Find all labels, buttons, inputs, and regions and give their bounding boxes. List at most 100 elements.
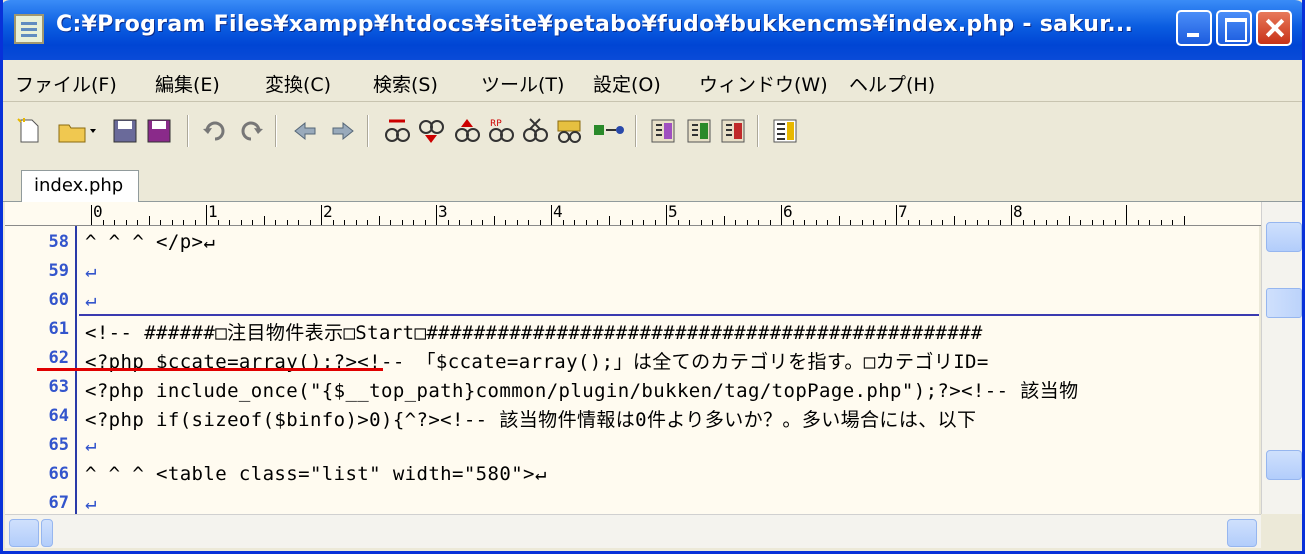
ruler-tick [1091,220,1093,225]
tab-index-php[interactable]: index.php [21,170,139,204]
close-button[interactable] [1256,10,1292,46]
search-icon[interactable] [383,117,411,145]
code-line[interactable]: 67 ↵ [5,491,1259,514]
scroll-right-button[interactable] [1227,519,1257,547]
diff-next-icon[interactable] [685,117,713,145]
menu-file[interactable]: ファイル(F) [15,70,117,97]
open-folder-icon[interactable] [57,117,97,145]
editor-window: C:¥Program Files¥xampp¥htdocs¥site¥petab… [0,0,1305,554]
line-number: 64 [48,406,69,426]
line-number: 61 [48,319,69,339]
ruler-tick [700,220,702,225]
line-number: 63 [48,377,69,397]
ruler-tick [574,220,575,225]
jump-back-icon[interactable] [291,117,319,145]
ruler-tick [424,220,426,225]
ruler-tick [459,220,460,225]
ruler-tick [378,216,380,225]
ruler-mark: 3 [438,202,448,221]
resize-grip[interactable] [1261,514,1302,548]
vertical-scrollbar[interactable] [1261,202,1302,514]
ruler-tick [873,220,874,225]
ruler-tick [838,216,840,225]
outline-icon[interactable] [771,117,799,145]
ruler-tick [551,205,552,225]
line-text[interactable]: ^ ^ ^ <table class="list" width="580">↵ [85,463,547,485]
line-text[interactable]: ↵ [85,260,97,282]
ruler-tick [1045,220,1047,225]
ruler-mark: 0 [93,202,103,221]
line-number: 59 [48,261,69,281]
ruler-mark: 6 [783,202,793,221]
line-text[interactable]: <?php if(sizeof($binfo)>0){^?><!-- 該当物件情… [85,405,976,432]
ruler-tick [1160,220,1162,225]
ruler-tick [850,220,851,225]
line-text[interactable]: ^ ^ ^ </p>↵ [85,231,215,253]
scroll-left-button[interactable] [9,519,39,547]
menu-window[interactable]: ウィンドウ(W) [699,70,828,97]
ruler-tick [896,205,897,225]
ruler-tick [631,220,633,225]
app-icon[interactable] [14,14,44,44]
menu-settings[interactable]: 設定(O) [593,70,661,97]
ruler-tick [125,220,127,225]
menu-search[interactable]: 検索(S) [373,70,438,97]
ruler-tick [942,220,943,225]
undo-icon[interactable] [201,117,229,145]
ruler-tick [562,220,564,225]
compare-icon[interactable] [649,117,677,145]
diff-prev-icon[interactable] [719,117,747,145]
line-text[interactable]: ↵ [85,492,97,514]
scroll-down-button[interactable] [1266,450,1302,480]
redo-icon[interactable] [237,117,265,145]
ruler-tick [332,220,334,225]
replace-icon[interactable]: RP [487,117,515,145]
line-text[interactable]: <?php include_once("{$__top_path}common/… [85,376,1078,403]
tag-jump-icon[interactable] [591,117,625,145]
menu-help[interactable]: ヘルプ(H) [849,70,935,97]
minimize-button[interactable] [1176,10,1212,46]
ruler-tick [148,216,150,225]
code-line[interactable]: 60 ↵ [5,288,1259,314]
ruler-tick [183,220,184,225]
scroll-thumb[interactable] [1266,288,1302,318]
code-line[interactable]: 63 <?php include_once("{$__top_path}commo… [5,375,1259,403]
ruler-tick [723,216,725,225]
menu-edit[interactable]: 編集(E) [155,70,220,97]
ruler-tick [194,220,196,225]
scroll-thumb-horizontal[interactable] [41,519,53,547]
line-number: 65 [48,435,69,455]
line-text[interactable]: ↵ [85,434,97,456]
ruler-tick [654,220,656,225]
svg-text:RP: RP [490,119,502,129]
code-line[interactable]: 65 ↵ [5,433,1259,459]
title-bar[interactable]: C:¥Program Files¥xampp¥htdocs¥site¥petab… [3,0,1302,60]
clear-search-icon[interactable] [521,117,549,145]
code-line[interactable]: 61 <!-- ######□注目物件表示□Start□#############… [5,317,1259,345]
code-line[interactable]: 59 ↵ [5,259,1259,285]
save-all-icon[interactable] [145,117,173,145]
line-text[interactable]: <!-- ######□注目物件表示□Start□###############… [85,318,983,345]
search-prev-icon[interactable] [453,117,481,145]
code-line[interactable]: 66 ^ ^ ^ <table class="list" width="580">… [5,462,1259,488]
new-file-icon[interactable] [15,117,43,145]
line-text[interactable]: ↵ [85,289,97,311]
search-next-icon[interactable] [417,117,445,145]
save-icon[interactable] [111,117,139,145]
ruler-tick [666,205,667,225]
horizontal-scrollbar[interactable] [5,514,1261,548]
grep-icon[interactable] [555,117,583,145]
ruler-tick [160,220,161,225]
maximize-button[interactable] [1216,10,1252,46]
menu-tools[interactable]: ツール(T) [481,70,564,97]
ruler-tick [677,220,679,225]
menu-convert[interactable]: 変換(C) [265,70,331,97]
scroll-up-button[interactable] [1266,222,1302,252]
jump-forward-icon[interactable] [329,117,357,145]
line-number: 67 [48,493,69,513]
code-line[interactable]: 64 <?php if(sizeof($binfo)>0){^?><!-- 該当物… [5,404,1259,432]
ruler-tick [1172,220,1173,225]
code-line[interactable]: 58 ^ ^ ^ </p>↵ [5,230,1259,256]
ruler-tick [528,220,529,225]
ruler-tick [746,220,748,225]
